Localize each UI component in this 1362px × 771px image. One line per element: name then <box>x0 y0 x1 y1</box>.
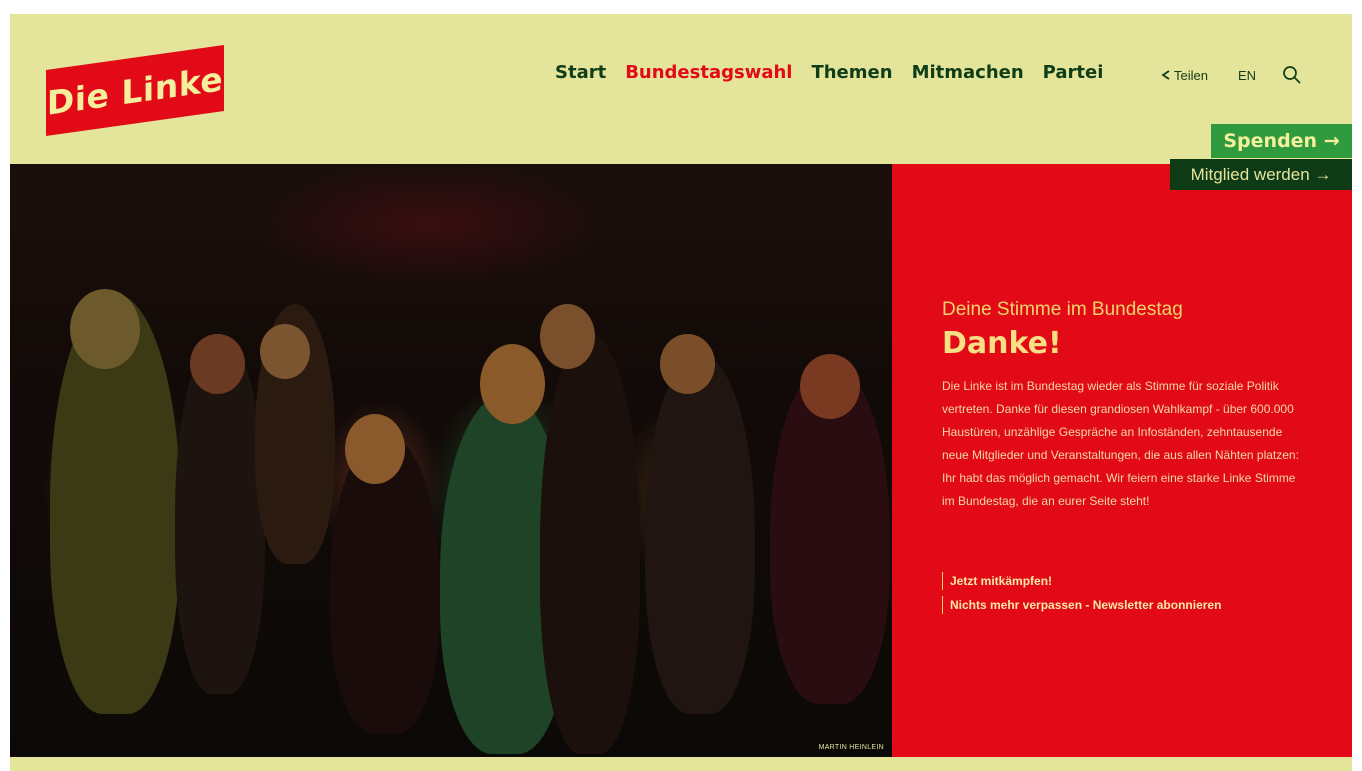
crowd-person <box>260 324 310 379</box>
crowd-person <box>190 334 245 394</box>
photo-credit: MARTIN HEINLEIN <box>818 744 884 751</box>
hero-headline: Danke! <box>942 326 1062 361</box>
crowd-person <box>645 354 755 714</box>
utility-nav: Teilen EN <box>1161 65 1302 85</box>
page: Die Linke Start Bundestagswahl Themen Mi… <box>10 14 1352 771</box>
share-label: Teilen <box>1174 67 1208 83</box>
nav-item-bundestagswahl[interactable]: Bundestagswahl <box>625 62 792 83</box>
hero-photo: MARTIN HEINLEIN <box>10 164 892 757</box>
cta-link-newsletter[interactable]: Nichts mehr verpassen - Newsletter abonn… <box>942 596 1221 614</box>
cta-link-mitkaempfen[interactable]: Jetzt mitkämpfen! <box>942 572 1052 590</box>
nav-item-partei[interactable]: Partei <box>1043 62 1104 83</box>
crowd-person <box>480 344 545 424</box>
share-button[interactable]: Teilen <box>1161 68 1208 83</box>
nav-item-mitmachen[interactable]: Mitmachen <box>912 62 1024 83</box>
bottom-strip <box>10 757 1352 771</box>
hero-body: Die Linke ist im Bundestag wieder als St… <box>942 379 1299 508</box>
donate-button[interactable]: Spenden → <box>1211 124 1352 158</box>
crowd-person <box>800 354 860 419</box>
crowd-person <box>345 414 405 484</box>
become-member-button[interactable]: Mitglied werden → <box>1170 159 1352 190</box>
share-icon <box>1161 70 1170 80</box>
crowd-person <box>660 334 715 394</box>
main-nav: Start Bundestagswahl Themen Mitmachen Pa… <box>555 62 1122 83</box>
search-icon <box>1283 66 1301 84</box>
search-button[interactable] <box>1282 65 1302 85</box>
hero-panel: Deine Stimme im Bundestag Danke! Die Lin… <box>892 164 1352 757</box>
logo[interactable]: Die Linke <box>46 44 224 136</box>
nav-item-themen[interactable]: Themen <box>811 62 892 83</box>
logo-text: Die Linke <box>46 58 224 123</box>
language-switch[interactable]: EN <box>1238 68 1256 83</box>
nav-item-start[interactable]: Start <box>555 62 606 83</box>
hero: MARTIN HEINLEIN Deine Stimme im Bundesta… <box>10 164 1352 757</box>
crowd-person <box>70 289 140 369</box>
crowd-person <box>540 304 595 369</box>
site-header: Die Linke Start Bundestagswahl Themen Mi… <box>10 14 1352 164</box>
crowd-person <box>540 334 640 754</box>
hero-kicker: Deine Stimme im Bundestag <box>942 299 1183 320</box>
